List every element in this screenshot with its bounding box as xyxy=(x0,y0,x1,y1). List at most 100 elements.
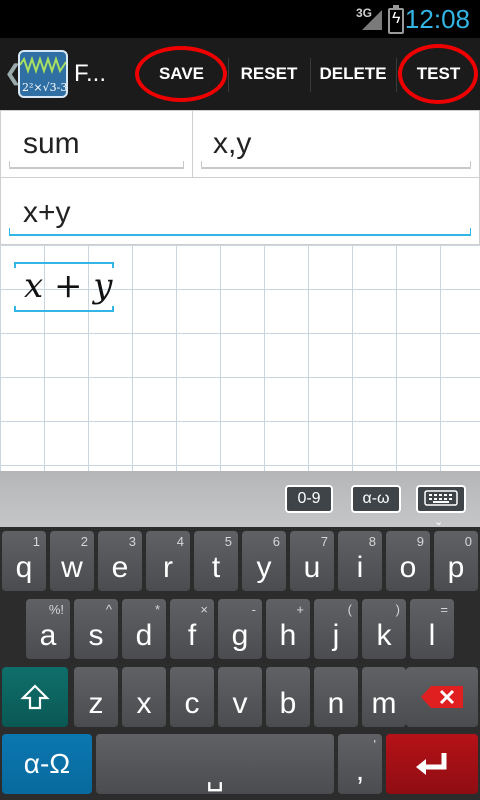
key-i[interactable]: 8i xyxy=(338,531,382,591)
key-o[interactable]: 9o xyxy=(386,531,430,591)
key-label: c xyxy=(184,687,200,720)
key-secondary-label: 3 xyxy=(128,534,136,549)
key-m[interactable]: m xyxy=(362,667,406,727)
key-secondary-label: 7 xyxy=(320,534,328,549)
key-f[interactable]: × f xyxy=(170,599,214,659)
key-secondary-label: 8 xyxy=(368,534,376,549)
formula-text: x + y xyxy=(24,266,113,306)
app-logo-icon[interactable]: 2²×√3-3/2 xyxy=(18,50,68,98)
signal-icon xyxy=(362,10,382,30)
key-label: k xyxy=(376,619,392,652)
expression-field-box xyxy=(0,177,480,245)
keyboard-icon xyxy=(424,490,458,506)
key-secondary-label: 4 xyxy=(176,534,184,549)
key-secondary-label: - xyxy=(251,602,256,617)
greek-key[interactable]: α-Ω xyxy=(2,734,92,794)
function-name-input[interactable] xyxy=(23,127,183,161)
key-label: a xyxy=(39,619,57,652)
key-label: g xyxy=(231,619,249,652)
keyboard-mode-bar: 0-9 α-ω ⌄ xyxy=(0,471,480,528)
key-h[interactable]: + h xyxy=(266,599,310,659)
key-secondary-label: ^ xyxy=(105,602,112,617)
enter-icon xyxy=(416,753,447,775)
key-label: n xyxy=(327,687,345,720)
key-k[interactable]: ) k xyxy=(362,599,406,659)
key-n[interactable]: n xyxy=(314,667,358,727)
field-underline xyxy=(9,161,184,169)
key-label: m xyxy=(371,687,397,720)
key-label: f xyxy=(187,619,197,652)
field-underline xyxy=(201,161,471,169)
field-underline-focused xyxy=(9,228,471,236)
rendered-formula[interactable]: x + y xyxy=(14,262,114,312)
key-secondary-label: 6 xyxy=(272,534,280,549)
enter-key[interactable] xyxy=(386,734,478,794)
shift-icon xyxy=(20,684,50,710)
key-z[interactable]: z xyxy=(74,667,118,727)
space-key[interactable]: ␣ xyxy=(96,734,334,794)
key-x[interactable]: x xyxy=(122,667,166,727)
keyboard-toggle-button[interactable] xyxy=(416,485,466,513)
comma-key[interactable]: ' , xyxy=(338,734,382,794)
backspace-key[interactable] xyxy=(406,667,478,727)
key-b[interactable]: b xyxy=(266,667,310,727)
key-secondary-label: 5 xyxy=(224,534,232,549)
space-icon: ␣ xyxy=(206,759,224,791)
key-label: t xyxy=(211,551,221,584)
key-label: p xyxy=(447,551,465,584)
shift-key[interactable] xyxy=(2,667,68,727)
key-secondary-label: × xyxy=(200,602,208,617)
key-w[interactable]: 2w xyxy=(50,531,94,591)
key-c[interactable]: c xyxy=(170,667,214,727)
test-button[interactable]: TEST xyxy=(397,38,480,110)
key-label: q xyxy=(15,551,33,584)
key-label: h xyxy=(279,619,297,652)
key-secondary-label: ( xyxy=(347,602,352,617)
key-secondary-label: 0 xyxy=(464,534,472,549)
key-t[interactable]: 5t xyxy=(194,531,238,591)
expression-input[interactable] xyxy=(23,196,463,230)
key-secondary-label: ) xyxy=(395,602,400,617)
battery-icon: ϟ xyxy=(388,5,404,34)
digits-mode-button[interactable]: 0-9 xyxy=(285,485,333,513)
formula-bracket-bottom xyxy=(14,306,114,312)
key-q[interactable]: 1q xyxy=(2,531,46,591)
key-u[interactable]: 7u xyxy=(290,531,334,591)
key-j[interactable]: (j xyxy=(314,599,358,659)
key-secondary-label: = xyxy=(440,602,448,617)
key-v[interactable]: v xyxy=(218,667,262,727)
greek-mode-button[interactable]: α-ω xyxy=(351,485,401,513)
delete-button[interactable]: DELETE xyxy=(311,38,395,110)
key-label: i xyxy=(356,551,364,584)
key-p[interactable]: 0p xyxy=(434,531,478,591)
key-d[interactable]: * d xyxy=(122,599,166,659)
key-g[interactable]: -g xyxy=(218,599,262,659)
app-title: F... xyxy=(74,60,107,87)
key-label: s xyxy=(88,619,104,652)
key-e[interactable]: 3e xyxy=(98,531,142,591)
key-label: u xyxy=(303,551,321,584)
key-a[interactable]: %! a xyxy=(26,599,70,659)
reset-button[interactable]: RESET xyxy=(229,38,309,110)
key-s[interactable]: ^ s xyxy=(74,599,118,659)
keyboard: 1q2w3e4r5t6y7u8i9o0p %! a ^ s * d × f - g + h(j) k = l… xyxy=(0,527,480,800)
variables-input[interactable] xyxy=(213,127,463,161)
key-y[interactable]: 6y xyxy=(242,531,286,591)
function-form xyxy=(0,110,480,245)
status-bar: 3G ϟ 12:08 xyxy=(0,0,480,38)
greek-key-label: α-Ω xyxy=(23,748,71,779)
name-field-box xyxy=(0,110,193,178)
key-label: v xyxy=(232,687,248,720)
comma-key-sub: ' xyxy=(373,737,376,752)
key-secondary-label: 9 xyxy=(416,534,424,549)
comma-key-label: , xyxy=(355,754,365,787)
action-bar: ❮ 2²×√3-3/2 F... SAVE RESET DELETE TEST xyxy=(0,38,480,110)
save-button[interactable]: SAVE xyxy=(135,38,228,110)
key-label: r xyxy=(163,551,173,584)
key-label: j xyxy=(332,619,340,652)
key-l[interactable]: = l xyxy=(410,599,454,659)
key-label: l xyxy=(428,619,436,652)
key-label: o xyxy=(399,551,417,584)
clock: 12:08 xyxy=(404,4,470,34)
key-r[interactable]: 4r xyxy=(146,531,190,591)
